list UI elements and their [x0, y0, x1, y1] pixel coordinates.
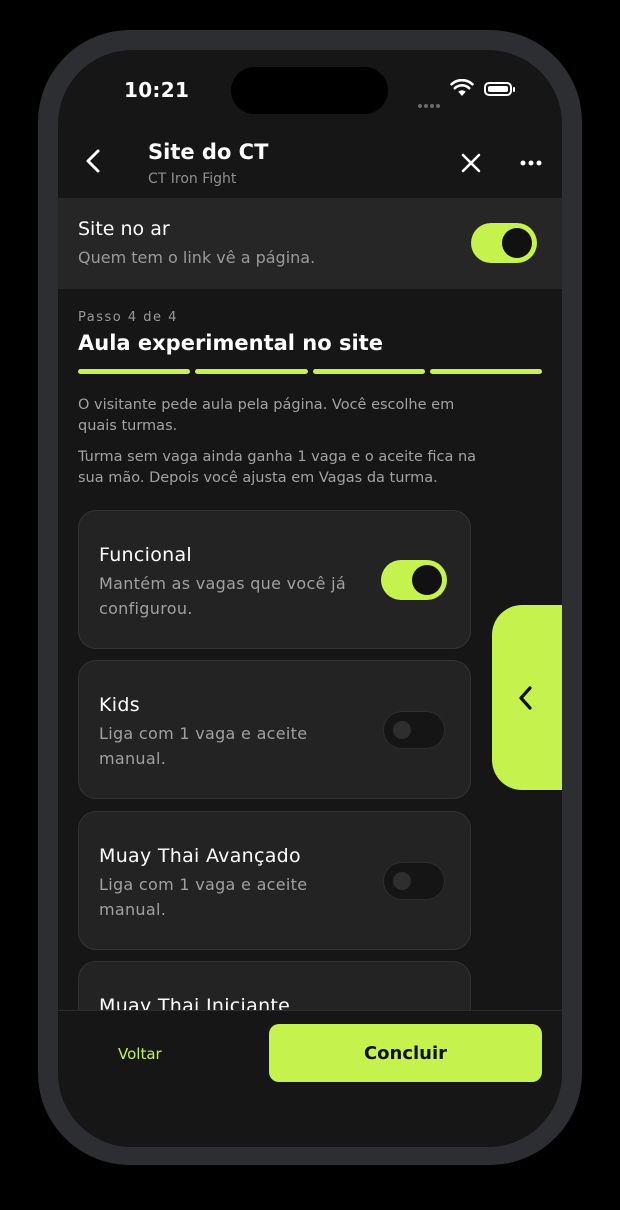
footer: Voltar Concluir	[58, 1010, 562, 1147]
step-title: Aula experimental no site	[78, 331, 383, 355]
battery-icon	[484, 82, 515, 96]
chevron-left-icon	[519, 686, 532, 710]
class-name: Muay Thai Iniciante	[99, 995, 291, 1010]
class-toggle-muay-thai-avancado[interactable]	[383, 862, 445, 900]
progress-segment	[312, 369, 425, 374]
site-online-toggle[interactable]	[471, 223, 537, 263]
step-description: O visitante pede aula pela página. Você …	[78, 397, 455, 434]
class-card[interactable]: Muay Thai Iniciante	[78, 961, 471, 1010]
status-time: 10:21	[124, 78, 190, 102]
site-status-description: Quem tem o link vê a página.	[78, 248, 316, 267]
back-button[interactable]: Voltar	[118, 1045, 162, 1063]
wifi-icon	[450, 79, 474, 96]
class-description: Liga com 1 vaga e aceite manual.	[99, 875, 308, 919]
class-card[interactable]: Funcional Mantém as vagas que você já co…	[78, 510, 471, 649]
class-card[interactable]: Muay Thai Avançado Liga com 1 vaga e ace…	[78, 811, 471, 950]
side-drawer-tab[interactable]	[492, 605, 562, 790]
dynamic-island	[231, 67, 388, 114]
progress-segment	[195, 369, 308, 374]
page-title: Site do CT	[148, 140, 269, 164]
more-icon[interactable]	[518, 150, 544, 176]
class-card[interactable]: Kids Liga com 1 vaga e aceite manual.	[78, 660, 471, 799]
screen: 10:21 Site do CT CT Iron Fight Site no a…	[58, 50, 562, 1147]
class-name: Funcional	[99, 544, 192, 566]
class-name: Muay Thai Avançado	[99, 845, 301, 867]
progress-segment	[78, 369, 191, 374]
progress-segment	[429, 369, 542, 374]
class-description: Mantém as vagas que você já configurou.	[99, 574, 346, 618]
back-icon[interactable]	[78, 146, 108, 176]
class-list: Funcional Mantém as vagas que você já co…	[78, 510, 471, 1010]
site-status-title: Site no ar	[78, 218, 170, 240]
site-status-bar: Site no ar Quem tem o link vê a página.	[58, 198, 562, 289]
step-progress	[78, 369, 542, 374]
class-description: Liga com 1 vaga e aceite manual.	[99, 724, 308, 768]
step-note: Turma sem vaga ainda ganha 1 vaga e o ac…	[78, 449, 477, 486]
class-toggle-funcional[interactable]	[381, 560, 447, 600]
close-icon[interactable]	[458, 150, 484, 176]
class-toggle-kids[interactable]	[383, 711, 445, 749]
header: Site do CT CT Iron Fight	[58, 128, 562, 198]
step-label: Passo 4 de 4	[78, 310, 178, 325]
done-button[interactable]: Concluir	[269, 1024, 542, 1082]
signal-icon	[418, 93, 442, 108]
class-name: Kids	[99, 694, 140, 716]
page-subtitle: CT Iron Fight	[148, 171, 237, 187]
